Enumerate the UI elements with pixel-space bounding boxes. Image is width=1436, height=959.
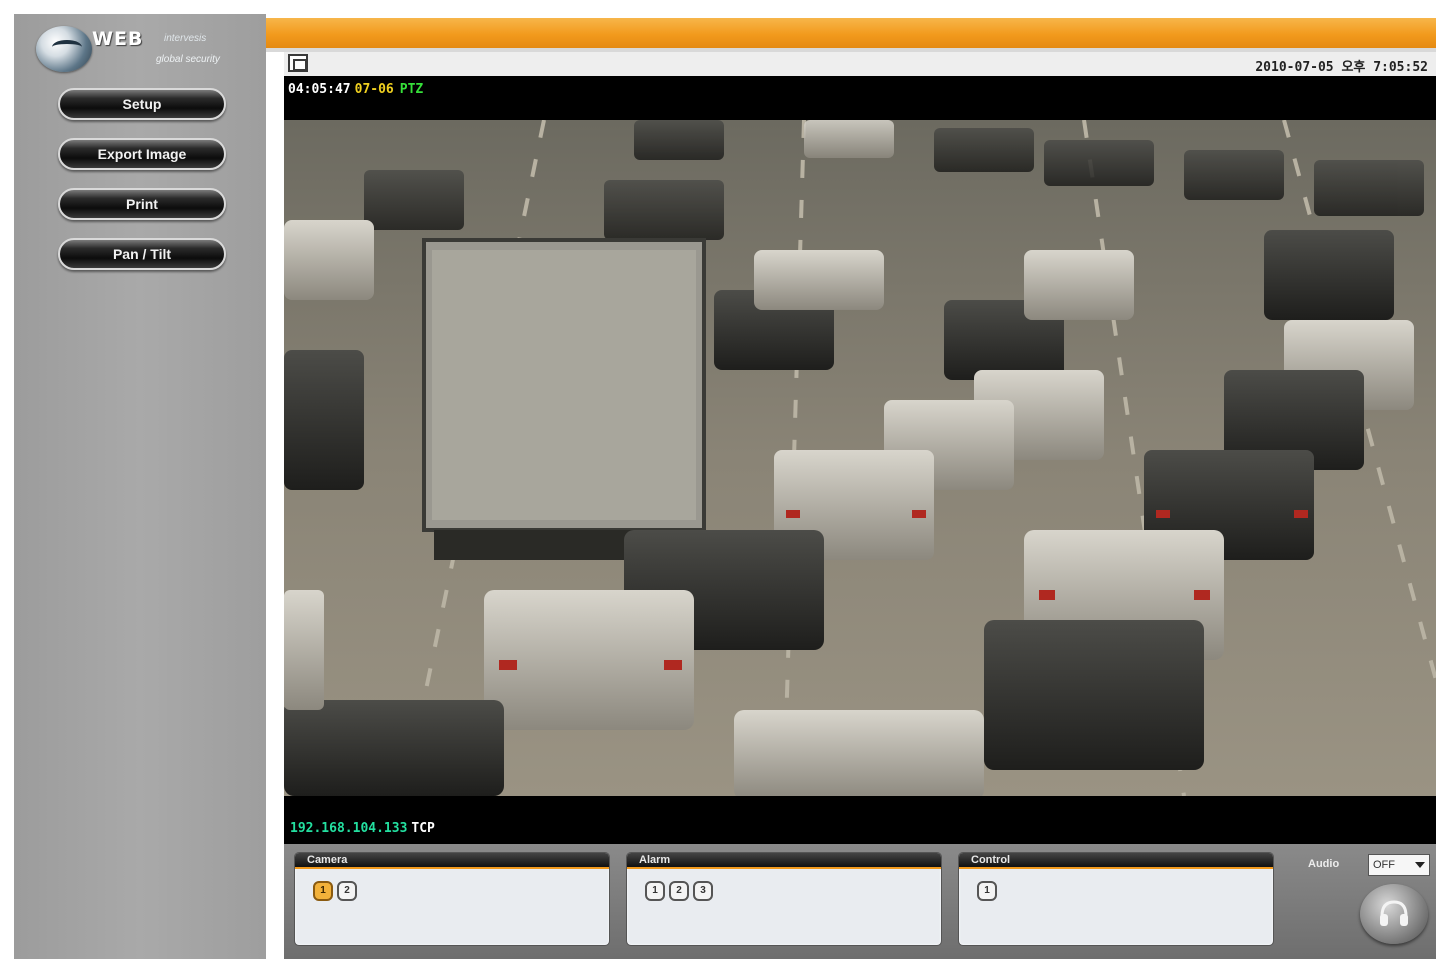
osd-bottom: 192.168.104.133 TCP bbox=[290, 821, 435, 836]
osd-ip: 192.168.104.133 bbox=[290, 821, 408, 836]
alarm-group: Alarm 1 2 3 bbox=[626, 852, 942, 946]
osd-date: 07-06 bbox=[354, 82, 394, 97]
control-panel: Camera 1 2 Alarm 1 2 3 Control 1 Audio O… bbox=[284, 844, 1436, 959]
control-group-title: Control bbox=[959, 853, 1273, 869]
traffic-scene bbox=[284, 120, 1436, 796]
alarm-3-button[interactable]: 3 bbox=[693, 881, 713, 901]
pan-tilt-button[interactable]: Pan / Tilt bbox=[58, 238, 226, 270]
chevron-down-icon bbox=[1415, 862, 1425, 868]
alarm-2-button[interactable]: 2 bbox=[669, 881, 689, 901]
top-bar bbox=[266, 18, 1436, 48]
osd-top: 04:05:47 07-06 PTZ bbox=[288, 82, 423, 97]
logo-brand: WEB bbox=[92, 28, 144, 50]
osd-time: 04:05:47 bbox=[288, 82, 351, 97]
datetime-display: 2010-07-05 오후 7:05:52 bbox=[1255, 60, 1428, 75]
audio-select-value: OFF bbox=[1373, 859, 1395, 871]
osd-ptz-label: PTZ bbox=[399, 82, 424, 97]
video-header: 2010-07-05 오후 7:05:52 bbox=[284, 52, 1436, 76]
camera-chips: 1 2 bbox=[313, 881, 357, 901]
camera-group-title: Camera bbox=[295, 853, 609, 869]
osd-protocol: TCP bbox=[411, 821, 435, 836]
setup-button[interactable]: Setup bbox=[58, 88, 226, 120]
app-window: WEB intervesis global security Setup Exp… bbox=[0, 0, 1436, 959]
headphone-icon bbox=[1380, 900, 1408, 926]
control-1-button[interactable]: 1 bbox=[977, 881, 997, 901]
video-feed[interactable]: 04:05:47 07-06 PTZ 192.168.104.133 TCP bbox=[284, 76, 1436, 844]
audio-label: Audio bbox=[1308, 858, 1340, 870]
print-button[interactable]: Print bbox=[58, 188, 226, 220]
control-group: Control 1 bbox=[958, 852, 1274, 946]
alarm-group-title: Alarm bbox=[627, 853, 941, 869]
logo-tagline: global security bbox=[156, 54, 220, 65]
export-image-button[interactable]: Export Image bbox=[58, 138, 226, 170]
logo-brand-sup: intervesis bbox=[164, 33, 207, 44]
camera-1-button[interactable]: 1 bbox=[313, 881, 333, 901]
alarm-chips: 1 2 3 bbox=[645, 881, 713, 901]
camera-2-button[interactable]: 2 bbox=[337, 881, 357, 901]
control-chips: 1 bbox=[977, 881, 997, 901]
alarm-1-button[interactable]: 1 bbox=[645, 881, 665, 901]
camera-group: Camera 1 2 bbox=[294, 852, 610, 946]
audio-select[interactable]: OFF bbox=[1368, 854, 1430, 876]
logo: WEB intervesis global security bbox=[36, 22, 246, 78]
sidebar: WEB intervesis global security Setup Exp… bbox=[14, 14, 266, 959]
fullscreen-icon[interactable] bbox=[288, 54, 308, 72]
logo-swoosh bbox=[52, 40, 82, 54]
headphone-button[interactable] bbox=[1360, 884, 1428, 944]
